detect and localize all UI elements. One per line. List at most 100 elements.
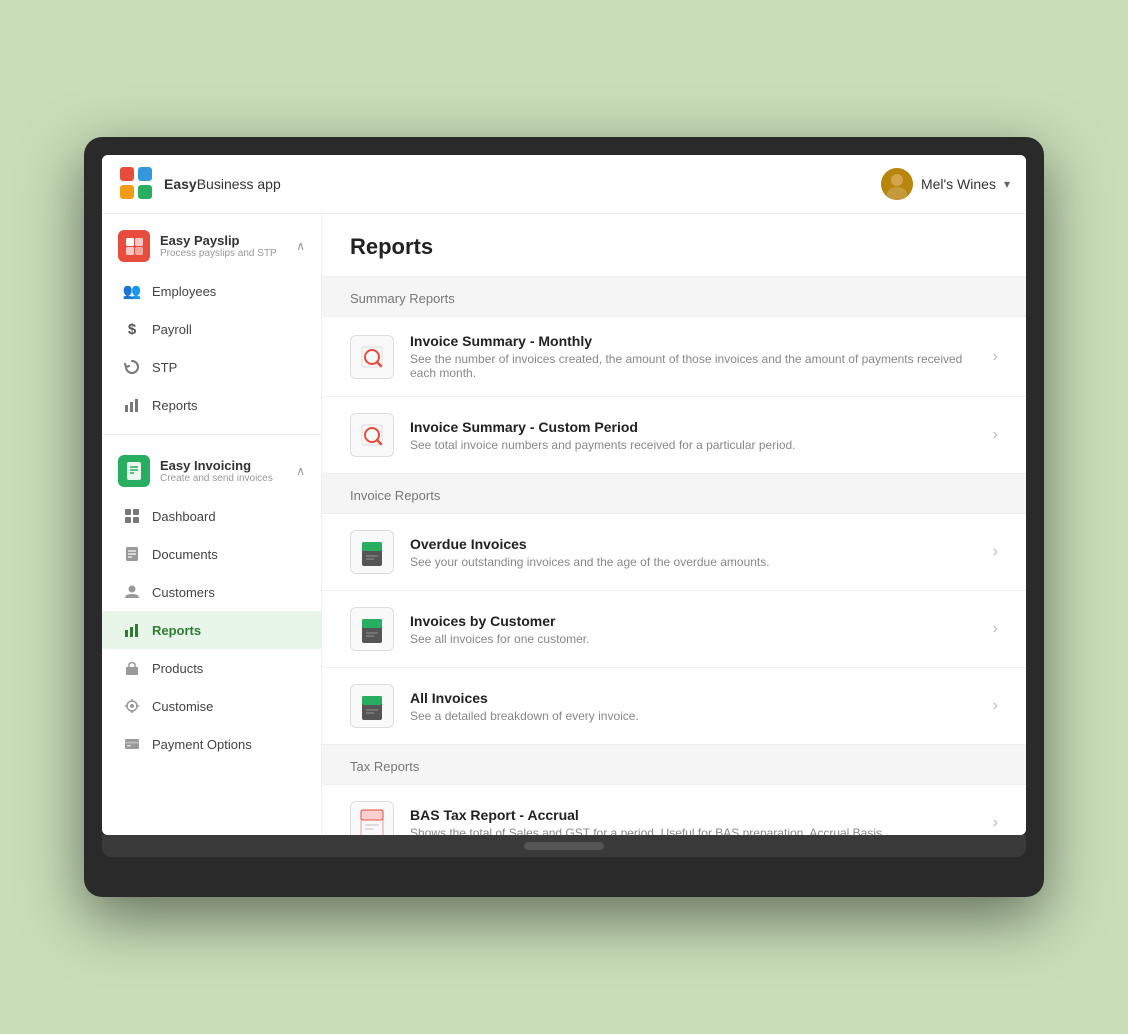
user-chevron-icon: ▾	[1004, 177, 1010, 191]
main-content: Reports Summary Reports	[322, 214, 1026, 835]
sidebar-item-stp-label: STP	[152, 360, 177, 375]
report-icon-bas-accrual	[350, 801, 394, 835]
sidebar-item-products[interactable]: Products	[102, 649, 321, 687]
sidebar-item-customers[interactable]: Customers	[102, 573, 321, 611]
sidebar-item-employees-label: Employees	[152, 284, 216, 299]
app-logo-icon	[118, 165, 156, 203]
payslip-section-title: Easy Payslip	[160, 233, 286, 248]
page-title: Reports	[350, 234, 998, 260]
report-invoice-summary-custom-desc: See total invoice numbers and payments r…	[410, 438, 977, 452]
reports-body: Summary Reports Invoice Summary -	[322, 277, 1026, 835]
invoicing-section: Easy Invoicing Create and send invoices …	[102, 439, 321, 769]
reports-icon	[122, 620, 142, 640]
payslip-title-area: Easy Payslip Process payslips and STP	[160, 233, 286, 259]
report-bas-accrual[interactable]: BAS Tax Report - Accrual Shows the total…	[322, 785, 1026, 835]
logo-area: EasyBusiness app	[118, 165, 281, 203]
report-icon-invoice-summary-monthly	[350, 335, 394, 379]
laptop-base	[102, 835, 1026, 857]
summary-reports-label: Summary Reports	[322, 277, 1026, 317]
payslip-section-subtitle: Process payslips and STP	[160, 248, 286, 259]
content-header: Reports	[322, 214, 1026, 277]
sidebar-item-payment-options[interactable]: Payment Options	[102, 725, 321, 763]
payment-options-icon	[122, 734, 142, 754]
report-bas-accrual-chevron: ›	[993, 814, 998, 832]
report-icon-invoices-by-customer	[350, 607, 394, 651]
payslip-section-icon	[118, 230, 150, 262]
report-invoices-by-customer-name: Invoices by Customer	[410, 613, 977, 629]
invoice-reports-label: Invoice Reports	[322, 474, 1026, 514]
sidebar-item-customers-label: Customers	[152, 585, 215, 600]
sidebar-item-payroll[interactable]: $ Payroll	[102, 310, 321, 348]
report-overdue-invoices-text: Overdue Invoices See your outstanding in…	[410, 536, 977, 569]
main-layout: Easy Payslip Process payslips and STP ∧ …	[102, 214, 1026, 835]
invoicing-section-title: Easy Invoicing	[160, 458, 286, 473]
sidebar-item-dashboard-label: Dashboard	[152, 509, 216, 524]
laptop-notch	[524, 842, 604, 850]
sidebar-item-employees[interactable]: 👥 Employees	[102, 272, 321, 310]
sidebar-item-stp[interactable]: STP	[102, 348, 321, 386]
sidebar-item-documents[interactable]: Documents	[102, 535, 321, 573]
report-icon-all-invoices	[350, 684, 394, 728]
reports-payslip-icon	[122, 395, 142, 415]
user-avatar	[881, 168, 913, 200]
sidebar-item-reports-payslip[interactable]: Reports	[102, 386, 321, 424]
payslip-section-header[interactable]: Easy Payslip Process payslips and STP ∧	[102, 220, 321, 272]
report-all-invoices-name: All Invoices	[410, 690, 977, 706]
sidebar-item-customise-label: Customise	[152, 699, 213, 714]
dashboard-icon	[122, 506, 142, 526]
laptop-screen: EasyBusiness app Mel's Wines ▾	[102, 155, 1026, 835]
sidebar-item-payment-options-label: Payment Options	[152, 737, 252, 752]
sidebar: Easy Payslip Process payslips and STP ∧ …	[102, 214, 322, 835]
report-invoices-by-customer-chevron: ›	[993, 620, 998, 638]
sidebar-item-reports-payslip-label: Reports	[152, 398, 198, 413]
report-overdue-invoices-chevron: ›	[993, 543, 998, 561]
report-bas-accrual-text: BAS Tax Report - Accrual Shows the total…	[410, 807, 977, 836]
report-invoice-summary-monthly-name: Invoice Summary - Monthly	[410, 333, 977, 349]
sidebar-item-reports-label: Reports	[152, 623, 201, 638]
user-name-label: Mel's Wines	[921, 176, 996, 192]
employees-icon: 👥	[122, 281, 142, 301]
payroll-icon: $	[122, 319, 142, 339]
report-invoice-summary-monthly[interactable]: Invoice Summary - Monthly See the number…	[322, 317, 1026, 397]
report-all-invoices[interactable]: All Invoices See a detailed breakdown of…	[322, 668, 1026, 745]
sidebar-item-documents-label: Documents	[152, 547, 218, 562]
stp-icon	[122, 357, 142, 377]
report-overdue-invoices[interactable]: Overdue Invoices See your outstanding in…	[322, 514, 1026, 591]
payslip-section-chevron: ∧	[296, 239, 305, 253]
documents-icon	[122, 544, 142, 564]
sidebar-item-dashboard[interactable]: Dashboard	[102, 497, 321, 535]
sidebar-item-payroll-label: Payroll	[152, 322, 192, 337]
user-menu[interactable]: Mel's Wines ▾	[881, 168, 1010, 200]
sidebar-item-customise[interactable]: Customise	[102, 687, 321, 725]
report-all-invoices-chevron: ›	[993, 697, 998, 715]
invoicing-section-header[interactable]: Easy Invoicing Create and send invoices …	[102, 445, 321, 497]
report-invoice-summary-custom-text: Invoice Summary - Custom Period See tota…	[410, 419, 977, 452]
report-invoices-by-customer-desc: See all invoices for one customer.	[410, 632, 977, 646]
report-all-invoices-desc: See a detailed breakdown of every invoic…	[410, 709, 977, 723]
invoicing-title-area: Easy Invoicing Create and send invoices	[160, 458, 286, 484]
report-bas-accrual-desc: Shows the total of Sales and GST for a p…	[410, 826, 977, 836]
report-invoice-summary-custom-name: Invoice Summary - Custom Period	[410, 419, 977, 435]
products-icon	[122, 658, 142, 678]
report-invoices-by-customer-text: Invoices by Customer See all invoices fo…	[410, 613, 977, 646]
invoicing-section-subtitle: Create and send invoices	[160, 473, 286, 484]
invoicing-section-chevron: ∧	[296, 464, 305, 478]
sidebar-divider	[102, 434, 321, 435]
sidebar-item-reports[interactable]: Reports	[102, 611, 321, 649]
report-invoice-summary-custom-chevron: ›	[993, 426, 998, 444]
report-invoice-summary-monthly-desc: See the number of invoices created, the …	[410, 352, 977, 380]
laptop-frame: EasyBusiness app Mel's Wines ▾	[84, 137, 1044, 897]
customise-icon	[122, 696, 142, 716]
report-overdue-invoices-desc: See your outstanding invoices and the ag…	[410, 555, 977, 569]
invoicing-section-icon	[118, 455, 150, 487]
top-bar: EasyBusiness app Mel's Wines ▾	[102, 155, 1026, 214]
sidebar-item-products-label: Products	[152, 661, 203, 676]
customers-icon	[122, 582, 142, 602]
report-invoice-summary-monthly-chevron: ›	[993, 348, 998, 366]
report-invoices-by-customer[interactable]: Invoices by Customer See all invoices fo…	[322, 591, 1026, 668]
app-logo-text: EasyBusiness app	[164, 176, 281, 192]
report-bas-accrual-name: BAS Tax Report - Accrual	[410, 807, 977, 823]
report-invoice-summary-custom[interactable]: Invoice Summary - Custom Period See tota…	[322, 397, 1026, 474]
tax-reports-label: Tax Reports	[322, 745, 1026, 785]
report-invoice-summary-monthly-text: Invoice Summary - Monthly See the number…	[410, 333, 977, 380]
